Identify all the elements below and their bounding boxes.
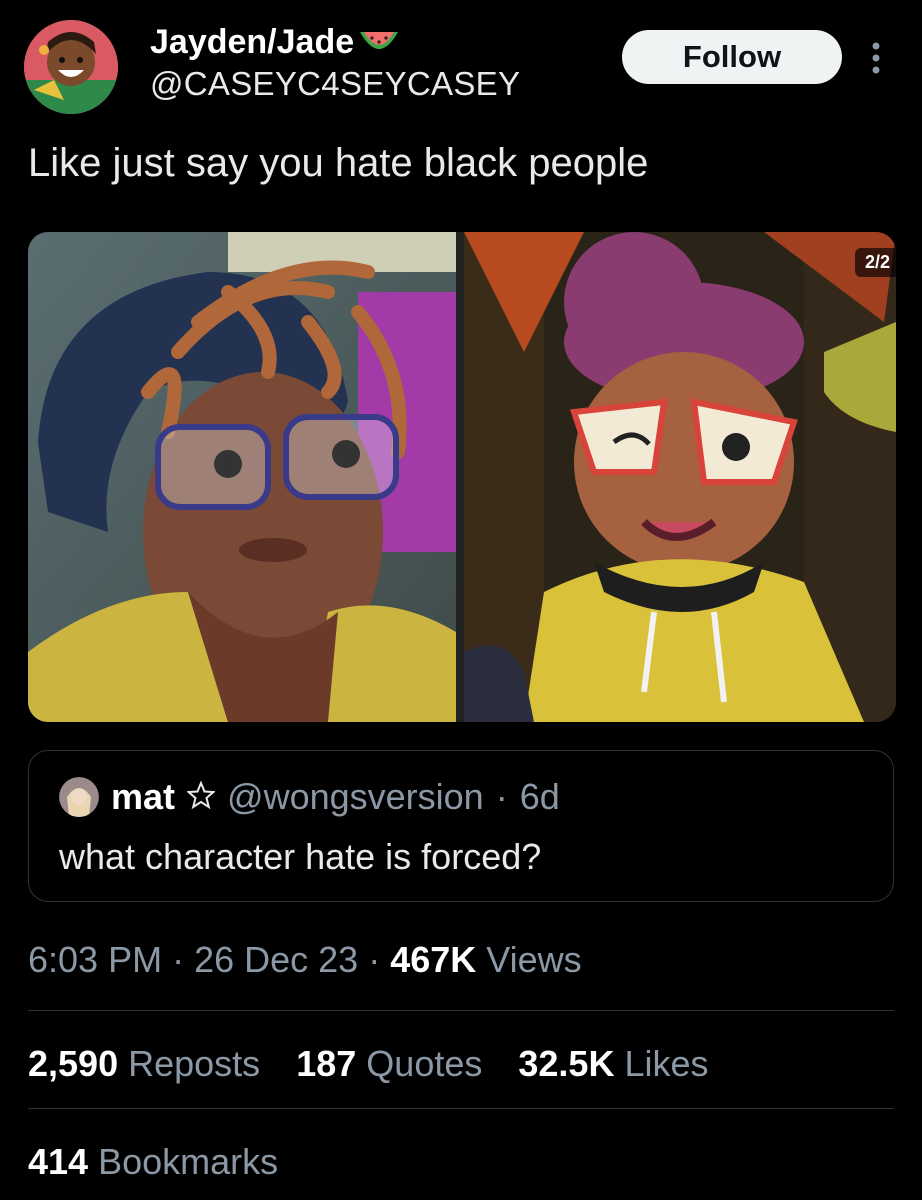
divider xyxy=(28,1010,894,1011)
quotes-stat[interactable]: 187 Quotes xyxy=(296,1043,482,1084)
media-image-3d-character[interactable] xyxy=(28,232,456,722)
reposts-count: 2,590 xyxy=(28,1043,119,1084)
reposts-stat[interactable]: 2,590 Reposts xyxy=(28,1043,260,1084)
author-display-name[interactable]: Jayden/Jade xyxy=(150,22,520,62)
tweet-text: Like just say you hate black people xyxy=(28,141,649,185)
bookmarks-stat[interactable]: 414 Bookmarks xyxy=(28,1138,278,1186)
star-icon xyxy=(185,775,217,819)
tweet-time[interactable]: 6:03 PM xyxy=(28,939,162,980)
meta-separator: · xyxy=(368,939,391,980)
author-handle[interactable]: @CASEYC4SEYCASEY xyxy=(150,62,520,106)
likes-count: 32.5K xyxy=(518,1043,615,1084)
tweet-media[interactable]: 2/2 xyxy=(28,232,896,722)
views-label: Views xyxy=(486,939,582,980)
quoted-author-name[interactable]: mat xyxy=(111,775,175,819)
quoted-author-avatar[interactable] xyxy=(59,777,99,817)
quoted-author-handle[interactable]: @wongsversion xyxy=(227,775,484,819)
bookmarks-count: 414 xyxy=(28,1141,89,1182)
quoted-tweet-text: what character hate is forced? xyxy=(59,836,542,877)
views-count: 467K xyxy=(390,939,477,980)
watermelon-emoji-icon xyxy=(358,26,400,58)
quoted-separator: · xyxy=(495,776,508,817)
quoted-tweet-age: 6d xyxy=(519,776,560,817)
author-avatar[interactable] xyxy=(24,20,118,114)
author-info: Jayden/Jade @CASEYC4SEYCASEY xyxy=(150,22,520,106)
tweet-date[interactable]: 26 Dec 23 xyxy=(194,939,358,980)
quoted-tweet-header: mat @wongsversion · 6d xyxy=(59,775,560,819)
tweet-stats: 2,590 Reposts 187 Quotes 32.5K Likes xyxy=(28,1040,735,1088)
media-counter: 2/2 xyxy=(854,248,896,277)
likes-label: Likes xyxy=(624,1043,709,1084)
display-name-text: Jayden/Jade xyxy=(150,23,355,61)
quotes-count: 187 xyxy=(296,1043,357,1084)
reposts-label: Reposts xyxy=(128,1043,261,1084)
likes-stat[interactable]: 32.5K Likes xyxy=(518,1043,708,1084)
quotes-label: Quotes xyxy=(366,1043,483,1084)
bookmarks-label: Bookmarks xyxy=(98,1141,279,1182)
more-options-icon[interactable] xyxy=(868,38,884,78)
meta-separator: · xyxy=(172,939,195,980)
quoted-tweet[interactable]: mat @wongsversion · 6d what character ha… xyxy=(28,750,894,902)
media-image-2d-character[interactable]: 2/2 xyxy=(464,232,896,722)
divider xyxy=(28,1108,894,1109)
tweet-meta: 6:03 PM · 26 Dec 23 · 467K Views xyxy=(28,936,582,984)
follow-button[interactable]: Follow xyxy=(622,30,842,84)
tweet-header: Jayden/Jade @CASEYC4SEYCASEY Follow xyxy=(22,18,902,114)
